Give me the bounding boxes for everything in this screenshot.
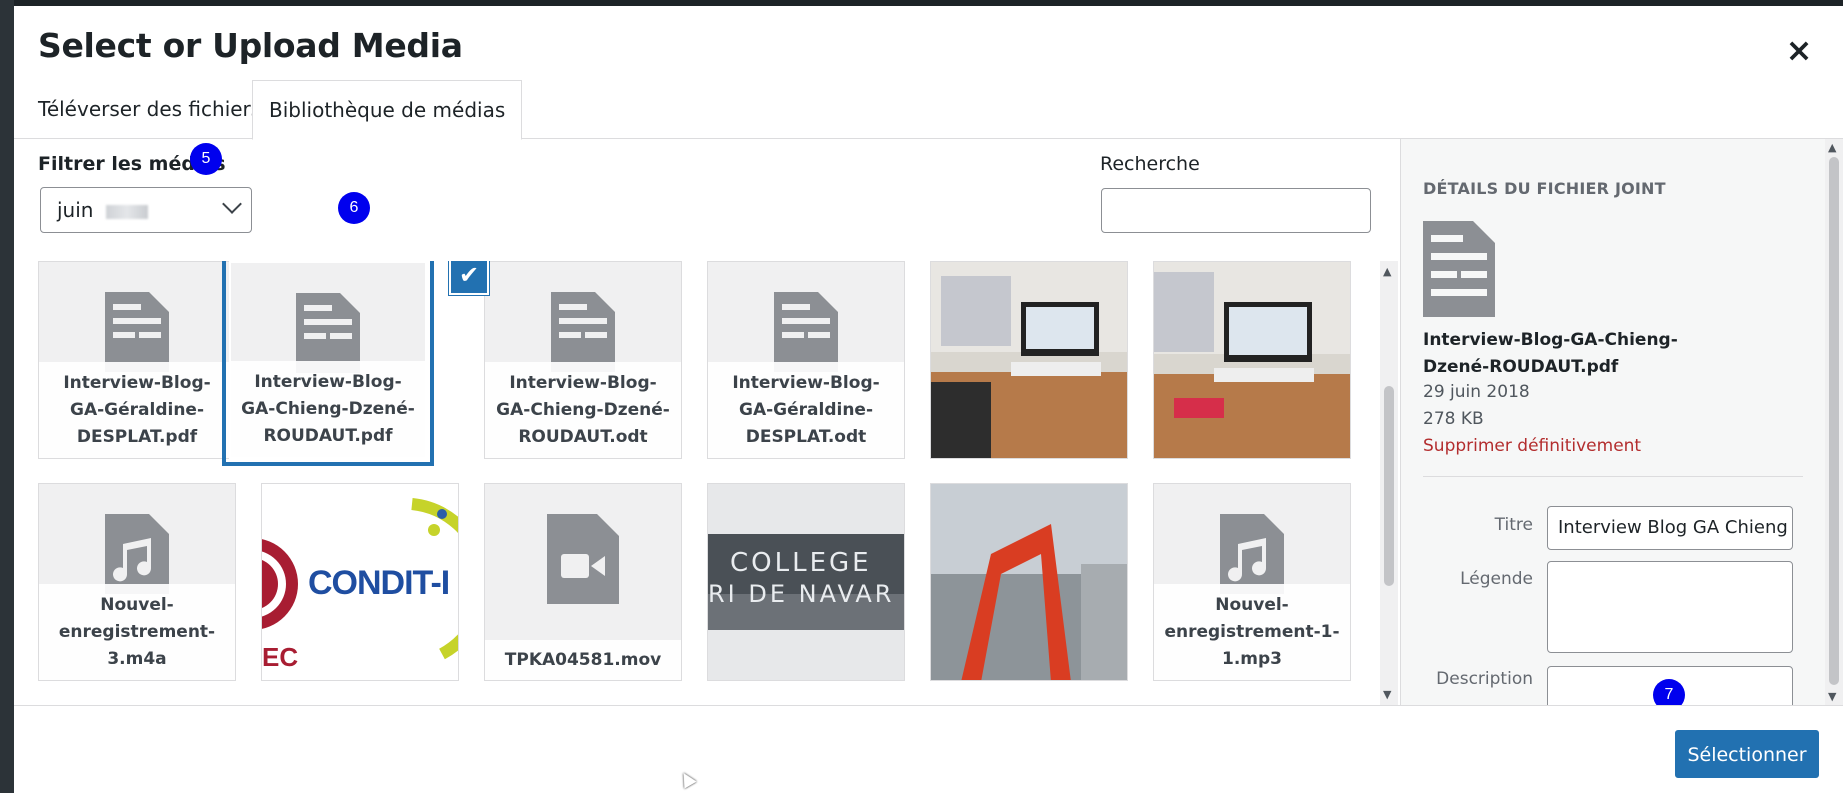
logo-text-2: EC xyxy=(262,642,299,672)
media-browser: Filtrer les médias 5 juin Recherche 6 In… xyxy=(14,139,1398,705)
divider xyxy=(1423,476,1803,477)
details-heading: Détails du fichier joint xyxy=(1423,179,1666,198)
tab-media-library[interactable]: Bibliothèque de médias xyxy=(252,80,523,140)
attachment-tile-photo[interactable] xyxy=(930,483,1128,681)
backdrop-left xyxy=(0,0,14,793)
scroll-thumb[interactable] xyxy=(1384,386,1394,586)
scroll-thumb[interactable] xyxy=(1829,157,1839,685)
caption-field[interactable] xyxy=(1547,561,1793,653)
annotation-badge-7: 7 xyxy=(1653,679,1685,705)
attachment-tile[interactable]: Interview-Blog-GA-Chieng-Dzené-ROUDAUT.o… xyxy=(484,261,682,459)
grid-scrollbar[interactable]: ▲ ▼ xyxy=(1380,261,1398,705)
photo-sign-text-2: RI DE NAVAR xyxy=(708,580,895,608)
document-icon xyxy=(1423,221,1495,317)
media-modal: Select or Upload Media × Téléverser des … xyxy=(14,6,1843,793)
chevron-down-icon xyxy=(222,194,242,214)
close-icon[interactable]: × xyxy=(1779,30,1819,70)
search-input[interactable] xyxy=(1101,188,1371,233)
attachment-tile[interactable]: Interview-Blog-GA-Géraldine-DESPLAT.odt xyxy=(707,261,905,459)
attachment-tile-photo[interactable]: COLLEGE RI DE NAVAR xyxy=(707,483,905,681)
title-label: Titre xyxy=(1494,515,1533,535)
title-field[interactable]: Interview Blog GA Chieng xyxy=(1547,506,1793,550)
attachment-filename: Interview-Blog-GA-Géraldine-DESPLAT.pdf xyxy=(39,362,235,458)
office-desk-photo xyxy=(931,262,1127,458)
attachment-filename: Interview-Blog-GA-Chieng-Dzené-ROUDAUT.o… xyxy=(485,362,681,458)
caption-label: Légende xyxy=(1460,569,1533,589)
attachment-tile[interactable]: Nouvel-enregistrement-1-1.mp3 xyxy=(1153,483,1351,681)
attachment-filename: Nouvel-enregistrement-1-1.mp3 xyxy=(1154,584,1350,680)
annotation-badge-5: 5 xyxy=(190,143,222,175)
checkmark-icon[interactable]: ✔ xyxy=(449,261,489,295)
attachment-filename: Interview-Blog-GA-Chieng-Dzené-ROUDAUT.p… xyxy=(231,361,425,457)
tab-bar: Téléverser des fichiers Bibliothèque de … xyxy=(14,80,1843,140)
details-filesize: 278 KB xyxy=(1423,409,1484,429)
attachment-tile-photo[interactable]: CONDIT-I EC xyxy=(261,483,459,681)
photo-sign-text: COLLEGE xyxy=(730,548,872,578)
attachments-grid: Interview-Blog-GA-Géraldine-DESPLAT.pdf … xyxy=(38,261,1378,705)
blurred-year xyxy=(105,204,148,219)
attachment-tile-photo[interactable] xyxy=(930,261,1128,459)
audio-icon xyxy=(1220,514,1284,594)
attachment-filename: Nouvel-enregistrement-3.m4a xyxy=(39,584,235,680)
date-filter-value: juin xyxy=(57,198,94,222)
search-label: Recherche xyxy=(1100,153,1200,175)
sidebar-scrollbar[interactable]: ▲ ▼ xyxy=(1825,139,1843,705)
details-filename: Interview-Blog-GA-Chieng-Dzené-ROUDAUT.p… xyxy=(1423,330,1678,377)
details-date: 29 juin 2018 xyxy=(1423,382,1530,402)
building-photo xyxy=(931,484,1127,680)
audio-icon xyxy=(105,514,169,594)
attachment-tile[interactable]: TPKA04581.mov xyxy=(484,483,682,681)
select-button[interactable]: Sélectionner xyxy=(1675,730,1819,778)
description-label: Description xyxy=(1436,669,1533,689)
attachment-details-sidebar: Détails du fichier joint Interview-Blog-… xyxy=(1400,139,1843,705)
modal-title: Select or Upload Media xyxy=(38,26,463,65)
attachment-filename: Interview-Blog-GA-Géraldine-DESPLAT.odt xyxy=(708,362,904,458)
attachment-tile[interactable]: Interview-Blog-GA-Géraldine-DESPLAT.pdf xyxy=(38,261,236,459)
date-filter-select[interactable]: juin xyxy=(40,187,252,233)
scroll-up-icon[interactable]: ▲ xyxy=(1383,265,1391,278)
annotation-badge-6: 6 xyxy=(338,192,370,224)
office-desk-photo xyxy=(1154,262,1350,458)
attachment-tile-selected[interactable]: Interview-Blog-GA-Chieng-Dzené-ROUDAUT.p… xyxy=(222,261,434,466)
attachment-tile-photo[interactable] xyxy=(1153,261,1351,459)
attachment-filename: TPKA04581.mov xyxy=(485,640,681,680)
scroll-down-icon[interactable]: ▼ xyxy=(1383,688,1391,701)
logo-text: CONDIT-I xyxy=(308,564,450,602)
delete-permanently-link[interactable]: Supprimer définitivement xyxy=(1423,436,1641,456)
video-icon xyxy=(547,514,619,604)
document-icon xyxy=(105,292,169,372)
document-icon xyxy=(774,292,838,372)
attachment-tile[interactable]: Nouvel-enregistrement-3.m4a xyxy=(38,483,236,681)
scroll-down-icon[interactable]: ▼ xyxy=(1828,690,1836,703)
document-icon xyxy=(551,292,615,372)
scroll-up-icon[interactable]: ▲ xyxy=(1828,141,1836,154)
tab-upload-files[interactable]: Téléverser des fichiers xyxy=(22,80,277,139)
modal-toolbar: Sélectionner xyxy=(14,705,1843,793)
